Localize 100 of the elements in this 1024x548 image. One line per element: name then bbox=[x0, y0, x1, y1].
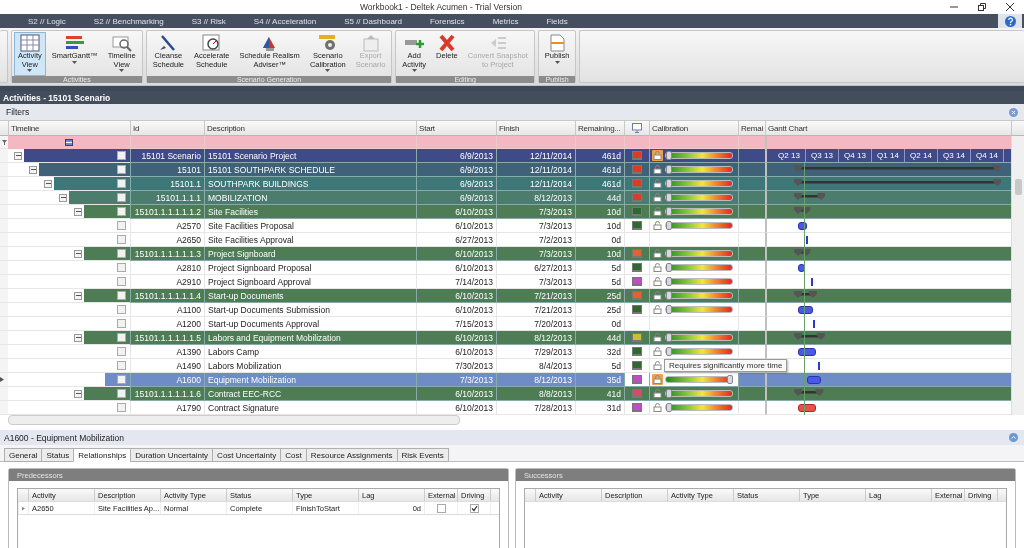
lock-toggle[interactable] bbox=[652, 346, 663, 357]
calibration-slider[interactable] bbox=[665, 222, 733, 229]
calibration-slider[interactable] bbox=[665, 404, 733, 411]
detail-tab[interactable]: Cost bbox=[280, 448, 307, 462]
collapse-toggle[interactable] bbox=[74, 291, 82, 300]
external-checkbox[interactable] bbox=[436, 503, 446, 513]
collapse-icon[interactable] bbox=[1009, 433, 1018, 442]
lock-toggle[interactable] bbox=[652, 388, 663, 399]
row-checkbox[interactable] bbox=[117, 179, 126, 188]
lock-toggle[interactable] bbox=[652, 192, 663, 203]
detail-tab[interactable]: Cost Uncertainty bbox=[212, 448, 282, 462]
slider-thumb[interactable] bbox=[666, 277, 672, 286]
row-expand-icon[interactable] bbox=[22, 505, 25, 511]
menu-tab[interactable]: S3 // Risk bbox=[191, 16, 226, 26]
lock-toggle[interactable] bbox=[652, 248, 663, 259]
slider-thumb[interactable] bbox=[666, 193, 672, 202]
menu-tab[interactable]: S4 // Acceleration bbox=[253, 16, 317, 26]
slider-thumb[interactable] bbox=[666, 291, 672, 300]
scrollbar-thumb[interactable] bbox=[1014, 179, 1022, 195]
filter-cell[interactable] bbox=[624, 136, 649, 149]
menu-tab[interactable]: Forensics bbox=[429, 16, 465, 26]
calibration-slider[interactable] bbox=[665, 292, 733, 299]
slider-thumb[interactable] bbox=[666, 165, 672, 174]
row-header[interactable] bbox=[0, 373, 8, 387]
column-header[interactable]: Timeline bbox=[8, 121, 130, 136]
row-checkbox[interactable] bbox=[117, 319, 126, 328]
row-checkbox[interactable] bbox=[117, 151, 126, 160]
column-header[interactable]: Finish bbox=[496, 121, 575, 136]
lock-toggle[interactable] bbox=[652, 402, 663, 413]
row-band[interactable] bbox=[69, 191, 130, 204]
collapse-toggle[interactable] bbox=[14, 151, 22, 160]
filter-toggle-icon[interactable] bbox=[65, 138, 73, 146]
column-header[interactable]: Start bbox=[416, 121, 496, 136]
driving-checkbox[interactable] bbox=[469, 503, 479, 513]
row-checkbox[interactable] bbox=[117, 389, 126, 398]
collapse-toggle[interactable] bbox=[59, 193, 67, 202]
collapse-toggle[interactable] bbox=[74, 333, 82, 342]
slider-thumb[interactable] bbox=[666, 207, 672, 216]
column-header[interactable]: Remai bbox=[738, 121, 765, 136]
calibration-slider[interactable] bbox=[665, 194, 733, 201]
calibration-slider[interactable] bbox=[665, 278, 733, 285]
menu-tab[interactable]: S2 // Logic bbox=[28, 16, 66, 26]
lock-toggle[interactable] bbox=[652, 304, 663, 315]
slider-thumb[interactable] bbox=[666, 249, 672, 258]
column-header[interactable]: Id bbox=[130, 121, 204, 136]
lock-toggle[interactable] bbox=[652, 374, 663, 385]
filter-cell[interactable] bbox=[649, 136, 738, 149]
slider-thumb[interactable] bbox=[727, 375, 733, 384]
lock-toggle[interactable] bbox=[652, 150, 663, 161]
detail-tab[interactable]: Status bbox=[41, 448, 75, 462]
row-checkbox[interactable] bbox=[117, 249, 126, 258]
calibration-slider[interactable] bbox=[665, 390, 733, 397]
filter-cell[interactable] bbox=[575, 136, 624, 149]
calibration-slider[interactable] bbox=[665, 166, 733, 173]
detail-tab[interactable]: Resource Assignments bbox=[305, 448, 398, 462]
collapse-toggle[interactable] bbox=[44, 179, 52, 188]
filter-cell[interactable] bbox=[765, 136, 1011, 149]
calibration-slider[interactable] bbox=[665, 264, 733, 271]
menu-tab[interactable]: S2 // Benchmarking bbox=[93, 16, 164, 26]
row-band[interactable] bbox=[54, 177, 130, 190]
lock-toggle[interactable] bbox=[652, 178, 663, 189]
row-checkbox[interactable] bbox=[117, 361, 126, 370]
collapse-toggle[interactable] bbox=[29, 165, 37, 174]
lock-toggle[interactable] bbox=[652, 220, 663, 231]
calibration-slider[interactable] bbox=[665, 348, 733, 355]
row-checkbox[interactable] bbox=[117, 333, 126, 342]
calibration-slider[interactable] bbox=[665, 180, 733, 187]
filter-cell[interactable] bbox=[204, 136, 416, 149]
row-checkbox[interactable] bbox=[117, 165, 126, 174]
row-band[interactable] bbox=[84, 205, 130, 218]
filter-cell[interactable] bbox=[130, 136, 204, 149]
slider-thumb[interactable] bbox=[666, 179, 672, 188]
row-checkbox[interactable] bbox=[117, 375, 126, 384]
calibration-slider[interactable] bbox=[665, 306, 733, 313]
row-band[interactable] bbox=[24, 149, 130, 162]
slider-thumb[interactable] bbox=[666, 403, 672, 412]
row-checkbox[interactable] bbox=[117, 305, 126, 314]
row-checkbox[interactable] bbox=[117, 263, 126, 272]
filter-cell[interactable] bbox=[496, 136, 575, 149]
column-header[interactable]: Gantt Chart bbox=[765, 121, 1011, 136]
row-checkbox[interactable] bbox=[117, 193, 126, 202]
slider-thumb[interactable] bbox=[666, 221, 672, 230]
restore-icon[interactable] bbox=[978, 3, 986, 11]
menu-tab[interactable]: Fields bbox=[546, 16, 568, 26]
slider-thumb[interactable] bbox=[666, 347, 672, 356]
lock-toggle[interactable] bbox=[652, 276, 663, 287]
slider-thumb[interactable] bbox=[666, 263, 672, 272]
collapse-toggle[interactable] bbox=[74, 249, 82, 258]
column-header[interactable]: Calibration bbox=[649, 121, 738, 136]
detail-tab[interactable]: Duration Uncertainty bbox=[130, 448, 214, 462]
calibration-slider[interactable] bbox=[665, 334, 733, 341]
slider-thumb[interactable] bbox=[666, 389, 672, 398]
calibration-slider[interactable] bbox=[665, 152, 733, 159]
calibration-slider[interactable] bbox=[665, 376, 733, 383]
lock-toggle[interactable] bbox=[652, 290, 663, 301]
menu-tab[interactable]: S5 // Dashboard bbox=[344, 16, 402, 26]
detail-tab[interactable]: Risk Events bbox=[396, 448, 449, 462]
row-band[interactable] bbox=[84, 331, 130, 344]
slider-thumb[interactable] bbox=[666, 305, 672, 314]
calibration-slider[interactable] bbox=[665, 208, 733, 215]
